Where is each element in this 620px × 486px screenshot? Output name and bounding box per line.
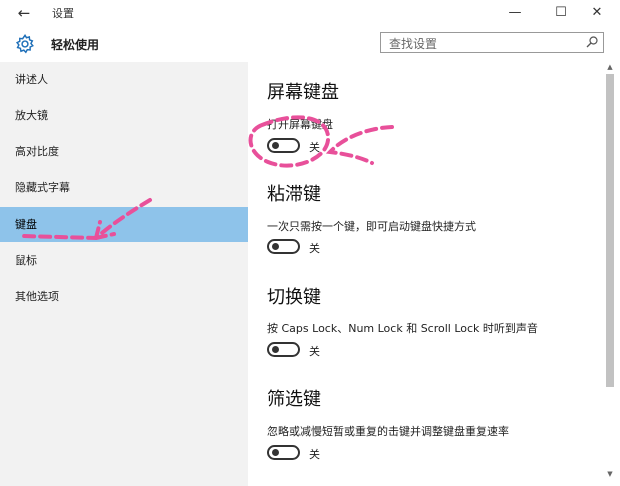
gear-icon [15,33,34,54]
section-title-on-screen-keyboard: 屏幕键盘 [267,82,339,103]
sidebar-item-narrator[interactable]: 讲述人 [0,62,248,97]
setting-description: 打开屏幕键盘 [267,118,333,131]
section-title-filter-keys: 筛选键 [267,389,321,410]
toggle-state-label: 关 [309,242,320,255]
toggle-on-screen-keyboard[interactable] [267,138,300,153]
toggle-sticky-keys[interactable] [267,239,300,254]
toggle-toggle-keys[interactable] [267,342,300,357]
sidebar-item-label: 放大镜 [15,109,48,122]
back-button[interactable]: ← [14,3,34,23]
sidebar-item-label: 其他选项 [15,290,59,303]
toggle-state-label: 关 [309,448,320,461]
toggle-state-label: 关 [309,141,320,154]
page-title: 轻松使用 [51,38,100,52]
sidebar-item-closed-captions[interactable]: 隐藏式字幕 [0,170,248,205]
maximize-button[interactable]: ☐ [546,2,576,24]
scroll-down-icon[interactable]: ▼ [605,469,615,479]
sidebar-item-label: 鼠标 [15,254,37,267]
scroll-thumb[interactable] [606,74,614,387]
sidebar-item-other-options[interactable]: 其他选项 [0,279,248,314]
toggle-filter-keys[interactable] [267,445,300,460]
section-title-toggle-keys: 切换键 [267,287,321,308]
main-content: 屏幕键盘 打开屏幕键盘 关 粘滞键 一次只需按一个键，即可启动键盘快捷方式 关 … [248,62,620,486]
sidebar-item-high-contrast[interactable]: 高对比度 [0,134,248,169]
settings-window: ← 设置 — ☐ ✕ 轻松使用 查找设置 讲述人 放大镜 高对比度 隐藏式字幕 … [0,0,620,486]
sidebar-item-label: 键盘 [15,218,37,231]
toggle-knob [272,142,279,149]
search-icon[interactable] [585,35,599,49]
scroll-up-icon[interactable]: ▲ [605,62,615,72]
toggle-knob [272,449,279,456]
sidebar-item-label: 讲述人 [15,73,48,86]
sidebar-item-keyboard[interactable]: 键盘 [0,207,248,242]
sidebar-item-label: 隐藏式字幕 [15,181,70,194]
setting-description: 一次只需按一个键，即可启动键盘快捷方式 [267,220,476,233]
minimize-button[interactable]: — [500,2,530,24]
toggle-knob [272,346,279,353]
search-placeholder: 查找设置 [389,37,438,51]
sidebar-item-mouse[interactable]: 鼠标 [0,243,248,278]
window-title: 设置 [52,7,74,20]
title-bar: ← 设置 — ☐ ✕ [0,0,620,26]
page-header: 轻松使用 查找设置 [0,26,620,62]
sidebar: 讲述人 放大镜 高对比度 隐藏式字幕 键盘 鼠标 其他选项 [0,62,248,486]
toggle-state-label: 关 [309,345,320,358]
setting-description: 忽略或减慢短暂或重复的击键并调整键盘重复速率 [267,425,509,438]
section-title-sticky-keys: 粘滞键 [267,184,321,205]
sidebar-item-label: 高对比度 [15,145,59,158]
sidebar-item-magnifier[interactable]: 放大镜 [0,98,248,133]
close-button[interactable]: ✕ [582,2,612,24]
setting-description: 按 Caps Lock、Num Lock 和 Scroll Lock 时听到声音 [267,322,538,335]
vertical-scrollbar[interactable]: ▲ ▼ [605,62,615,482]
search-input[interactable]: 查找设置 [380,32,604,53]
toggle-knob [272,243,279,250]
